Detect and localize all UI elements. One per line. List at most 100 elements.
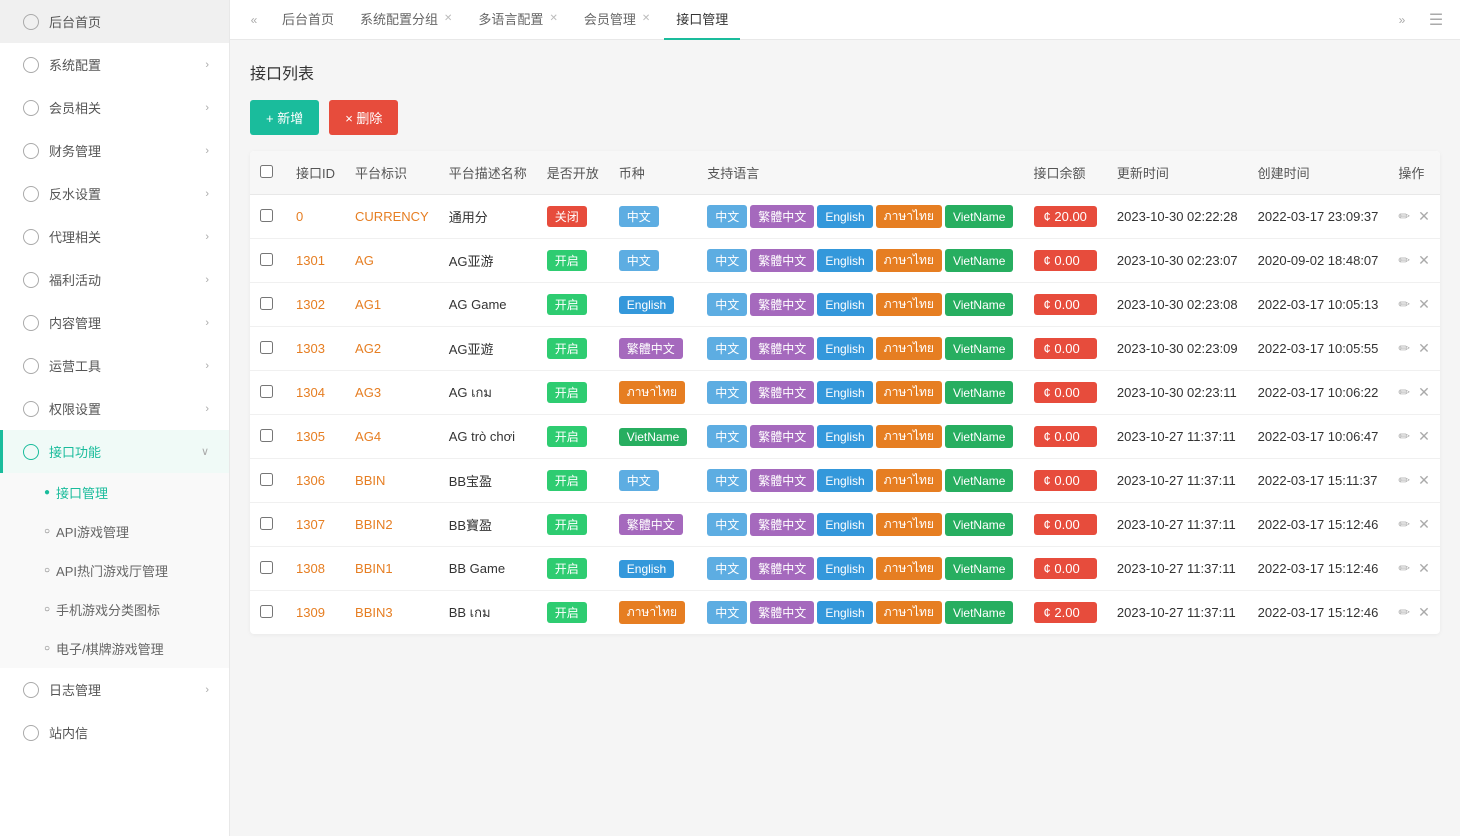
interface-id-link[interactable]: 1306 <box>296 473 325 488</box>
interface-id-link[interactable]: 1305 <box>296 429 325 444</box>
table-row: 1304AG3AG เกม开启ภาษาไทย中文繁體中文Englishภาษาไ… <box>250 371 1440 415</box>
platform-label[interactable]: AG2 <box>355 341 381 356</box>
row-checkbox[interactable] <box>260 253 273 266</box>
row-checkbox[interactable] <box>260 605 273 618</box>
edit-button[interactable]: ✏ <box>1398 340 1410 357</box>
row-checkbox[interactable] <box>260 561 273 574</box>
sidebar-submenu-api-game[interactable]: ○ API游戏管理 <box>0 512 229 551</box>
sidebar-item-system[interactable]: 系统配置 › <box>0 43 229 86</box>
tab-multilang-close[interactable]: ✕ <box>549 13 557 24</box>
delete-button[interactable]: × 删除 <box>329 100 398 135</box>
sidebar-submenu-api-hot[interactable]: ○ API热门游戏厅管理 <box>0 551 229 590</box>
tab-sys-config[interactable]: 系统配置分组 ✕ <box>348 0 464 40</box>
edit-button[interactable]: ✏ <box>1398 208 1410 225</box>
remove-button[interactable]: ✕ <box>1418 340 1430 357</box>
tab-home[interactable]: 后台首页 <box>270 0 346 40</box>
tab-member-mgmt[interactable]: 会员管理 ✕ <box>572 0 662 40</box>
row-checkbox[interactable] <box>260 341 273 354</box>
sidebar-item-agent[interactable]: 代理相关 › <box>0 215 229 258</box>
platform-desc: BB宝盈 <box>439 459 537 503</box>
platform-label[interactable]: AG1 <box>355 297 381 312</box>
tab-menu-btn[interactable]: ☰ <box>1422 6 1450 34</box>
interface-id-link[interactable]: 1309 <box>296 605 325 620</box>
interface-id-link[interactable]: 1301 <box>296 253 325 268</box>
remove-button[interactable]: ✕ <box>1418 384 1430 401</box>
interface-id-link[interactable]: 1308 <box>296 561 325 576</box>
platform-label[interactable]: CURRENCY <box>355 209 429 224</box>
chevron-right-icon: › <box>205 145 209 157</box>
interface-table: 接口ID 平台标识 平台描述名称 是否开放 币种 支持语言 接口余额 更新时间 … <box>250 151 1440 634</box>
platform-label[interactable]: BBIN2 <box>355 517 393 532</box>
lang-group: 中文繁體中文EnglishภาษาไทยVietName <box>707 381 1013 404</box>
sidebar-item-finance[interactable]: 财务管理 › <box>0 129 229 172</box>
edit-button[interactable]: ✏ <box>1398 296 1410 313</box>
tab-interface-mgmt[interactable]: 接口管理 <box>664 0 740 40</box>
edit-button[interactable]: ✏ <box>1398 516 1410 533</box>
sidebar-item-ops[interactable]: 运营工具 › <box>0 344 229 387</box>
remove-button[interactable]: ✕ <box>1418 472 1430 489</box>
platform-label[interactable]: AG <box>355 253 374 268</box>
platform-label[interactable]: BBIN <box>355 473 385 488</box>
currency-badge: 中文 <box>619 470 659 491</box>
remove-button[interactable]: ✕ <box>1418 208 1430 225</box>
create-time: 2020-09-02 18:48:07 <box>1248 239 1389 283</box>
remove-button[interactable]: ✕ <box>1418 516 1430 533</box>
currency-badge: 中文 <box>619 250 659 271</box>
action-buttons: ✏ ✕ <box>1398 604 1430 621</box>
row-checkbox[interactable] <box>260 209 273 222</box>
sidebar-item-welfare[interactable]: 福利活动 › <box>0 258 229 301</box>
remove-button[interactable]: ✕ <box>1418 604 1430 621</box>
sidebar-item-rebate[interactable]: 反水设置 › <box>0 172 229 215</box>
tab-member-mgmt-label: 会员管理 <box>584 9 636 28</box>
tab-next-btn[interactable]: » <box>1388 6 1416 34</box>
sidebar-item-permission[interactable]: 权限设置 › <box>0 387 229 430</box>
tab-sys-config-close[interactable]: ✕ <box>444 13 452 24</box>
open-status-badge: 开启 <box>547 558 587 579</box>
interface-id-link[interactable]: 1303 <box>296 341 325 356</box>
sidebar-submenu-elec-game[interactable]: ○ 电子/棋牌游戏管理 <box>0 629 229 668</box>
tab-member-mgmt-close[interactable]: ✕ <box>642 13 650 24</box>
header-lang: 支持语言 <box>697 151 1023 195</box>
sidebar-item-finance-label: 财务管理 <box>49 141 101 160</box>
sidebar-item-log-label: 日志管理 <box>49 680 101 699</box>
sidebar-submenu: ● 接口管理 ○ API游戏管理 ○ API热门游戏厅管理 ○ 手机游戏分类图标… <box>0 473 229 668</box>
interface-id-link[interactable]: 1307 <box>296 517 325 532</box>
row-checkbox[interactable] <box>260 473 273 486</box>
remove-button[interactable]: ✕ <box>1418 428 1430 445</box>
row-checkbox[interactable] <box>260 297 273 310</box>
interface-id-link[interactable]: 1304 <box>296 385 325 400</box>
sidebar-submenu-interface-mgmt[interactable]: ● 接口管理 <box>0 473 229 512</box>
remove-button[interactable]: ✕ <box>1418 296 1430 313</box>
tab-prev-btn[interactable]: « <box>240 6 268 34</box>
sidebar-item-inbox[interactable]: 站内信 <box>0 711 229 754</box>
edit-button[interactable]: ✏ <box>1398 428 1410 445</box>
sidebar-item-interface[interactable]: 接口功能 ∨ <box>0 430 229 473</box>
edit-button[interactable]: ✏ <box>1398 384 1410 401</box>
sidebar-submenu-mobile-game[interactable]: ○ 手机游戏分类图标 <box>0 590 229 629</box>
remove-button[interactable]: ✕ <box>1418 252 1430 269</box>
inbox-icon <box>23 725 39 741</box>
platform-label[interactable]: AG4 <box>355 429 381 444</box>
row-checkbox[interactable] <box>260 429 273 442</box>
edit-button[interactable]: ✏ <box>1398 472 1410 489</box>
add-button[interactable]: + 新增 <box>250 100 319 135</box>
update-time: 2023-10-27 11:37:11 <box>1107 415 1248 459</box>
platform-label[interactable]: AG3 <box>355 385 381 400</box>
interface-id-link[interactable]: 0 <box>296 209 303 224</box>
select-all-checkbox[interactable] <box>260 165 273 178</box>
sidebar-item-home[interactable]: 后台首页 <box>0 0 229 43</box>
platform-label[interactable]: BBIN1 <box>355 561 393 576</box>
agent-icon <box>23 229 39 245</box>
tab-multilang[interactable]: 多语言配置 ✕ <box>466 0 569 40</box>
sidebar-item-content[interactable]: 内容管理 › <box>0 301 229 344</box>
row-checkbox[interactable] <box>260 385 273 398</box>
sidebar-item-member[interactable]: 会员相关 › <box>0 86 229 129</box>
sidebar-item-log[interactable]: 日志管理 › <box>0 668 229 711</box>
platform-label[interactable]: BBIN3 <box>355 605 393 620</box>
interface-id-link[interactable]: 1302 <box>296 297 325 312</box>
edit-button[interactable]: ✏ <box>1398 252 1410 269</box>
remove-button[interactable]: ✕ <box>1418 560 1430 577</box>
edit-button[interactable]: ✏ <box>1398 604 1410 621</box>
row-checkbox[interactable] <box>260 517 273 530</box>
edit-button[interactable]: ✏ <box>1398 560 1410 577</box>
